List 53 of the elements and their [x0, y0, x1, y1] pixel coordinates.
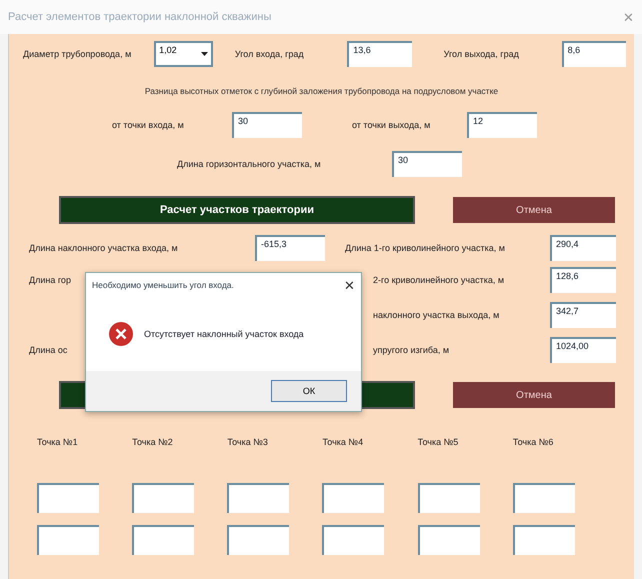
- point-label: Точка №3: [227, 437, 269, 447]
- horizontal-length-field[interactable]: 30: [392, 151, 462, 177]
- entry-angle-label: Угол входа, град: [234, 49, 305, 59]
- result-label: Длина гор: [29, 274, 71, 284]
- exit-angle-label: Угол выхода, град: [444, 49, 520, 59]
- point-label: Точка №4: [322, 437, 364, 447]
- error-icon: [108, 321, 134, 347]
- point-field[interactable]: [37, 483, 99, 513]
- depth-caption: Разница высотных отметок с глубиной заложения трубопровода на подрусловом участке: [144, 86, 500, 96]
- close-icon[interactable]: ✕: [344, 278, 355, 292]
- cancel-button[interactable]: Отмена: [453, 382, 615, 408]
- diameter-label: Диаметр трубопровода, м: [23, 49, 132, 59]
- point-field[interactable]: [418, 525, 480, 555]
- point-field[interactable]: [512, 525, 575, 555]
- point-field[interactable]: [37, 525, 99, 555]
- point-field[interactable]: [227, 525, 290, 555]
- from-entry-field[interactable]: 30: [232, 112, 302, 138]
- from-exit-label: от точки выхода, м: [352, 120, 432, 130]
- ok-button[interactable]: ОК: [271, 380, 347, 402]
- result-field[interactable]: 128,6: [550, 266, 616, 292]
- from-entry-label: от точки входа, м: [112, 120, 185, 130]
- point-field[interactable]: [512, 483, 575, 513]
- dialog-message: Отсутствует наклонный участок входа: [144, 329, 304, 339]
- from-exit-field[interactable]: 12: [467, 112, 537, 138]
- point-field[interactable]: [322, 483, 384, 513]
- point-field[interactable]: [227, 483, 290, 513]
- result-field[interactable]: 1024,00: [550, 336, 616, 362]
- result-label: Длина наклонного участка входа, м: [29, 243, 178, 253]
- point-label: Точка №6: [512, 437, 554, 447]
- point-label: Точка №2: [132, 437, 174, 447]
- point-label: Точка №5: [418, 437, 460, 447]
- horizontal-length-label: Длина горизонтального участка, м: [177, 159, 322, 169]
- result-field[interactable]: 342,7: [550, 302, 616, 328]
- result-label: 2-го криволинейного участка, м: [373, 274, 504, 284]
- window-title: Расчет элементов траектории наклонной скважины: [8, 11, 272, 23]
- result-label: наклонного участка выхода, м: [373, 310, 500, 320]
- result-label: Длина ос: [29, 344, 68, 354]
- diameter-dropdown[interactable]: 1,02: [154, 41, 213, 67]
- point-field[interactable]: [418, 483, 480, 513]
- result-label: упругого изгиба, м: [373, 344, 450, 354]
- point-label: Точка №1: [37, 437, 79, 447]
- point-field[interactable]: [322, 525, 384, 555]
- result-field[interactable]: -615,3: [255, 235, 325, 261]
- result-label: Длина 1-го криволинейного участка, м: [345, 243, 505, 253]
- dropdown-caret-icon: [200, 52, 208, 56]
- calculate-button[interactable]: Расчет участков траектории: [59, 196, 415, 224]
- entry-angle-field[interactable]: 13,6: [347, 41, 412, 67]
- dialog-title: Необходимо уменьшить угол входа.: [92, 280, 234, 290]
- cancel-button[interactable]: Отмена: [453, 197, 615, 223]
- result-field[interactable]: 290,4: [550, 235, 616, 261]
- point-field[interactable]: [132, 483, 194, 513]
- point-field[interactable]: [132, 525, 194, 555]
- exit-angle-field[interactable]: 8,6: [562, 41, 626, 67]
